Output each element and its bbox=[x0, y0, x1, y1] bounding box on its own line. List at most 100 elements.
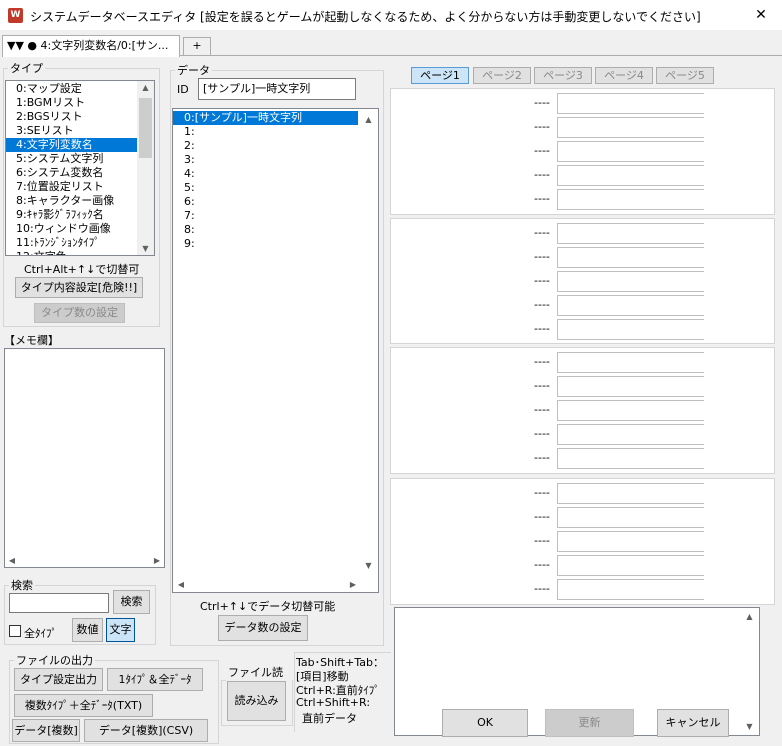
scroll-up-icon[interactable]: ▲ bbox=[137, 83, 154, 92]
field-row-label: ---- bbox=[534, 451, 550, 464]
field-row-input[interactable] bbox=[557, 271, 704, 292]
field-row-input[interactable] bbox=[557, 247, 704, 268]
type-count-button[interactable]: タイプ数の設定 bbox=[34, 303, 125, 323]
data-switch-hint: Ctrl+↑↓でデータ切替可能 bbox=[200, 600, 336, 613]
tab-active[interactable]: ▼▼ ● 4:文字列変数名/0:[サン... bbox=[2, 35, 180, 57]
multi-type-export-button[interactable]: 複数ﾀｲﾌﾟ＋全ﾃﾞｰﾀ(TXT) bbox=[14, 694, 153, 717]
id-field[interactable]: [サンプル]一時文字列 bbox=[198, 78, 356, 100]
scroll-left-icon[interactable]: ◀ bbox=[176, 580, 186, 589]
data-list[interactable]: 0:[サンプル]一時文字列 1: 2: 3: 4: 5: 6: 7: 8: 9: ▲ ▼ ◀ ▶ bbox=[172, 108, 379, 593]
field-row-input[interactable] bbox=[557, 448, 704, 469]
type-list-scrollbar[interactable]: ▲ ▼ bbox=[137, 81, 154, 255]
type-list-item[interactable]: 4:文字列変数名 bbox=[6, 138, 137, 152]
update-button[interactable]: 更新 bbox=[545, 709, 634, 737]
type-content-settings-button[interactable]: タイプ内容設定[危険!!] bbox=[15, 277, 143, 298]
field-row-input[interactable] bbox=[557, 117, 704, 138]
type-list-item[interactable]: 8:キャラクター画像 bbox=[6, 194, 137, 208]
type-list-item[interactable]: 5:システム文字列 bbox=[6, 152, 137, 166]
data-count-button[interactable]: データ数の設定 bbox=[218, 615, 308, 641]
cancel-button[interactable]: キャンセル bbox=[657, 709, 729, 737]
field-row-input[interactable] bbox=[557, 400, 704, 421]
field-row-label: ---- bbox=[534, 250, 550, 263]
page-tab-5[interactable]: ページ5 bbox=[656, 67, 714, 84]
ok-button[interactable]: OK bbox=[442, 709, 528, 737]
scroll-right-icon[interactable]: ▶ bbox=[348, 580, 358, 589]
scroll-right-icon[interactable]: ▶ bbox=[152, 556, 162, 565]
field-row-input[interactable] bbox=[557, 424, 704, 445]
scroll-down-icon[interactable]: ▼ bbox=[741, 722, 758, 731]
type-list-item[interactable]: 9:ｷｬﾗ影ｸﾞﾗﾌｨｯｸ名 bbox=[6, 208, 137, 222]
scroll-up-icon[interactable]: ▲ bbox=[360, 115, 377, 124]
search-number-toggle[interactable]: 数値 bbox=[72, 618, 103, 642]
file-output-legend: ファイルの出力 bbox=[16, 654, 93, 667]
search-text-toggle[interactable]: 文字 bbox=[106, 618, 135, 642]
scroll-down-icon[interactable]: ▼ bbox=[137, 244, 154, 253]
data-multi-csv-button[interactable]: データ[複数](CSV) bbox=[84, 719, 208, 742]
data-list-item[interactable]: 9: bbox=[173, 237, 358, 251]
data-list-item[interactable]: 7: bbox=[173, 209, 358, 223]
field-panel-4: ---- ---- ---- ---- ---- bbox=[390, 478, 775, 605]
page-tab-2[interactable]: ページ2 bbox=[473, 67, 531, 84]
field-panel-3: ---- ---- ---- ---- ---- bbox=[390, 347, 775, 474]
data-list-item[interactable]: 1: bbox=[173, 125, 358, 139]
one-type-all-data-button[interactable]: 1ﾀｲﾌﾟ＆全ﾃﾞｰﾀ bbox=[107, 668, 203, 691]
field-row-input[interactable] bbox=[557, 531, 704, 552]
type-list-item[interactable]: 11:ﾄﾗﾝｼﾞｼｮﾝﾀｲﾌﾟ bbox=[6, 236, 137, 250]
data-list-item[interactable]: 5: bbox=[173, 181, 358, 195]
window-title: システムデータベースエディタ [設定を誤るとゲームが起動しなくなるため、よく分か… bbox=[30, 10, 701, 24]
scroll-up-icon[interactable]: ▲ bbox=[741, 612, 758, 621]
memo-textarea[interactable]: ◀ ▶ bbox=[4, 348, 165, 568]
type-list-item[interactable]: 10:ウィンドウ画像 bbox=[6, 222, 137, 236]
field-row-input[interactable] bbox=[557, 507, 704, 528]
close-button[interactable]: ✕ bbox=[748, 5, 774, 25]
data-multi-button[interactable]: データ[複数] bbox=[12, 719, 80, 742]
type-list-item[interactable]: 2:BGSリスト bbox=[6, 110, 137, 124]
scroll-thumb[interactable] bbox=[139, 98, 152, 158]
field-row-input[interactable] bbox=[557, 93, 704, 114]
field-row-label: ---- bbox=[534, 379, 550, 392]
scroll-down-icon[interactable]: ▼ bbox=[360, 561, 377, 570]
field-row-label: ---- bbox=[534, 120, 550, 133]
page-tab-1[interactable]: ページ1 bbox=[411, 67, 469, 84]
data-list-item[interactable]: 8: bbox=[173, 223, 358, 237]
data-list-item[interactable]: 3: bbox=[173, 153, 358, 167]
search-input[interactable] bbox=[9, 593, 109, 613]
read-file-button[interactable]: 読み込み bbox=[227, 681, 286, 721]
field-row-input[interactable] bbox=[557, 223, 704, 244]
type-list-item[interactable]: 12:文字色 bbox=[6, 250, 137, 255]
type-export-button[interactable]: タイプ設定出力 bbox=[14, 668, 103, 691]
field-panel-2: ---- ---- ---- ---- ---- bbox=[390, 218, 775, 344]
add-tab-button[interactable]: + bbox=[183, 37, 211, 55]
all-types-checkbox[interactable] bbox=[9, 625, 21, 637]
field-row-input[interactable] bbox=[557, 189, 704, 210]
field-row-label: ---- bbox=[534, 510, 550, 523]
field-row-input[interactable] bbox=[557, 579, 704, 600]
data-list-item[interactable]: 0:[サンプル]一時文字列 bbox=[173, 111, 358, 125]
search-button[interactable]: 検索 bbox=[113, 590, 150, 614]
field-row-label: ---- bbox=[534, 298, 550, 311]
field-row-input[interactable] bbox=[557, 319, 704, 340]
field-row-input[interactable] bbox=[557, 295, 704, 316]
scroll-left-icon[interactable]: ◀ bbox=[7, 556, 17, 565]
data-list-item[interactable]: 2: bbox=[173, 139, 358, 153]
type-list-item[interactable]: 7:位置設定リスト bbox=[6, 180, 137, 194]
field-row-input[interactable] bbox=[557, 352, 704, 373]
type-switch-hint: Ctrl+Alt+↑↓で切替可 bbox=[24, 263, 140, 276]
field-row-input[interactable] bbox=[557, 376, 704, 397]
data-list-item[interactable]: 6: bbox=[173, 195, 358, 209]
field-row-label: ---- bbox=[534, 582, 550, 595]
field-row-input[interactable] bbox=[557, 555, 704, 576]
data-list-item[interactable]: 4: bbox=[173, 167, 358, 181]
type-list-item[interactable]: 0:マップ設定 bbox=[6, 82, 137, 96]
field-row-input[interactable] bbox=[557, 165, 704, 186]
type-list-item[interactable]: 6:システム変数名 bbox=[6, 166, 137, 180]
type-list[interactable]: 0:マップ設定 1:BGMリスト 2:BGSリスト 3:SEリスト 4:文字列変数名 5:… bbox=[5, 80, 155, 256]
id-label: ID bbox=[177, 83, 189, 96]
field-row-input[interactable] bbox=[557, 483, 704, 504]
type-list-item[interactable]: 3:SEリスト bbox=[6, 124, 137, 138]
type-list-item[interactable]: 1:BGMリスト bbox=[6, 96, 137, 110]
page-tab-4[interactable]: ページ4 bbox=[595, 67, 653, 84]
page-tab-3[interactable]: ページ3 bbox=[534, 67, 592, 84]
field-row-input[interactable] bbox=[557, 141, 704, 162]
field-row-label: ---- bbox=[534, 322, 550, 335]
